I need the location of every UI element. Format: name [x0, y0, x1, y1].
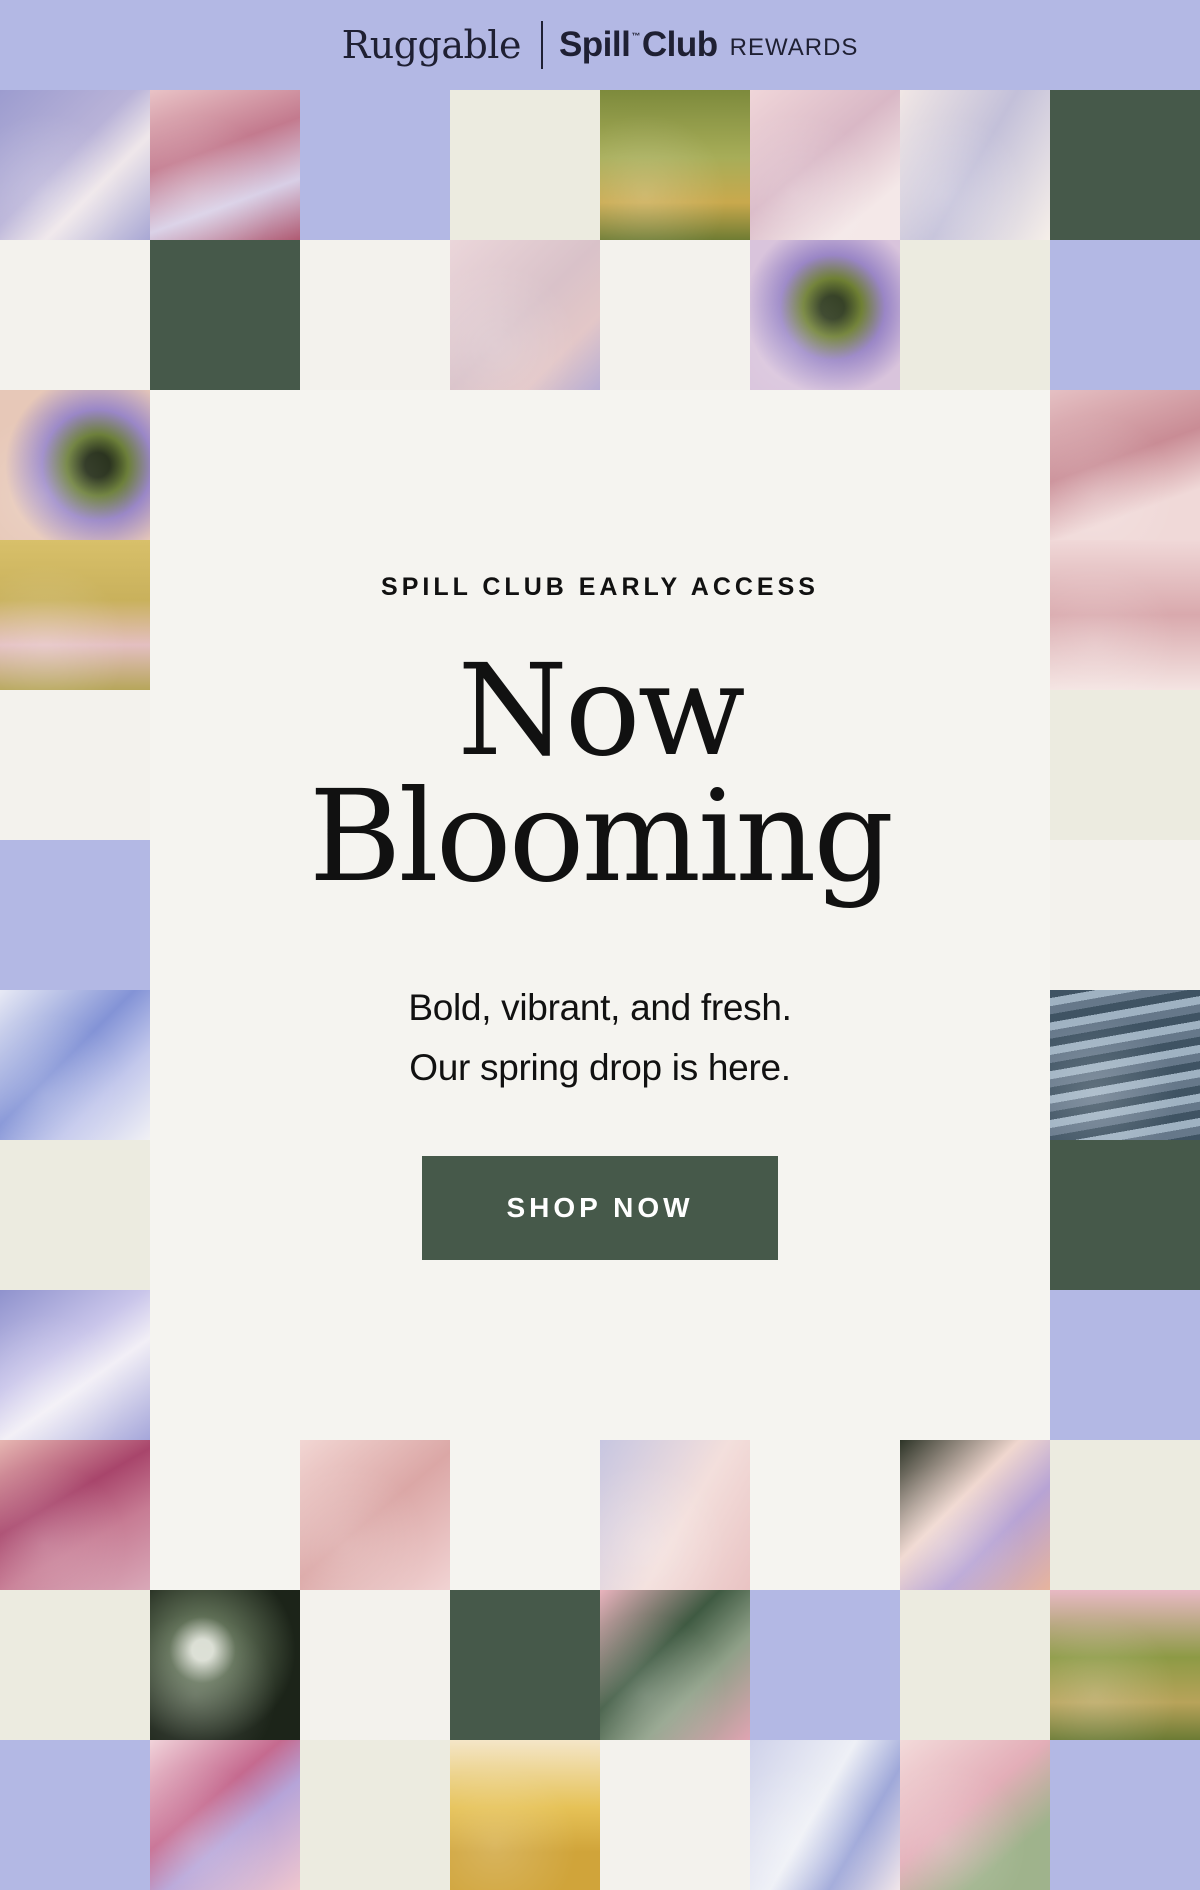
- brand-logo[interactable]: Ruggable: [342, 23, 522, 67]
- offwhite-tile: [1050, 840, 1200, 990]
- floral-tile: [0, 990, 150, 1140]
- meadow-photo-tile: [0, 540, 150, 690]
- cream-tile: [300, 1740, 450, 1890]
- page-title: Now Blooming: [150, 648, 1050, 900]
- floral-tile: [0, 390, 150, 540]
- floral-tile: [150, 90, 300, 240]
- lavender-tile: [750, 1590, 900, 1740]
- floral-tile: [900, 1440, 1050, 1590]
- floral-tile: [1050, 540, 1200, 690]
- offwhite-tile: [0, 240, 150, 390]
- lavender-tile: [0, 840, 150, 990]
- green-tile: [450, 1590, 600, 1740]
- meadow-photo-tile: [1050, 1590, 1200, 1740]
- subheadline-line-2: Our spring drop is here.: [409, 1047, 791, 1088]
- floral-tile: [600, 1440, 750, 1590]
- subheadline-line-1: Bold, vibrant, and fresh.: [408, 987, 792, 1028]
- subheadline: Bold, vibrant, and fresh. Our spring dro…: [150, 978, 1050, 1098]
- headline-line-1: Now: [457, 637, 746, 784]
- header-bar: Ruggable Spill™Club REWARDS: [0, 0, 1200, 90]
- headline-line-2: Blooming: [308, 763, 894, 910]
- cream-tile: [900, 240, 1050, 390]
- green-tile: [1050, 1140, 1200, 1290]
- cream-tile: [0, 1590, 150, 1740]
- rewards-label: REWARDS: [729, 34, 859, 61]
- floral-tile: [0, 1290, 150, 1440]
- lavender-tile: [1050, 240, 1200, 390]
- lavender-tile: [300, 90, 450, 240]
- leaf-photo-tile: [600, 1590, 750, 1740]
- program-name-suffix: Club: [641, 25, 718, 64]
- header-divider: [540, 21, 543, 69]
- lavender-tile: [0, 1740, 150, 1890]
- eyebrow-text: SPILL CLUB EARLY ACCESS: [381, 573, 819, 601]
- cream-tile: [450, 90, 600, 240]
- program-name: Spill™Club: [559, 25, 718, 65]
- trademark-symbol: ™: [631, 31, 640, 41]
- cream-tile: [1050, 690, 1200, 840]
- floral-tile: [0, 90, 150, 240]
- cream-tile: [900, 1590, 1050, 1740]
- bokeh-photo-tile: [150, 1590, 300, 1740]
- offwhite-tile: [300, 240, 450, 390]
- floral-tile: [450, 240, 600, 390]
- lavender-tile: [1050, 1740, 1200, 1890]
- lavender-tile: [1050, 1290, 1200, 1440]
- cream-tile: [0, 1140, 150, 1290]
- floral-tile: [1050, 390, 1200, 540]
- green-tile: [1050, 90, 1200, 240]
- floral-tile: [0, 1440, 150, 1590]
- offwhite-tile: [600, 240, 750, 390]
- floral-tile: [750, 240, 900, 390]
- green-tile: [150, 240, 300, 390]
- meadow-photo-tile: [450, 1740, 600, 1890]
- shop-now-button[interactable]: SHOP NOW: [422, 1156, 778, 1260]
- floral-tile: [750, 90, 900, 240]
- floral-tile: [900, 1740, 1050, 1890]
- floral-tile: [750, 1740, 900, 1890]
- offwhite-tile: [0, 690, 150, 840]
- meadow-photo-tile: [600, 90, 750, 240]
- striped-textile-tile: [1050, 990, 1200, 1140]
- offwhite-tile: [600, 1740, 750, 1890]
- cream-tile: [1050, 1440, 1200, 1590]
- floral-tile: [900, 90, 1050, 240]
- program-name-part: Spill: [558, 25, 631, 64]
- offwhite-tile: [300, 1590, 450, 1740]
- floral-tile: [150, 1740, 300, 1890]
- floral-tile: [300, 1440, 450, 1590]
